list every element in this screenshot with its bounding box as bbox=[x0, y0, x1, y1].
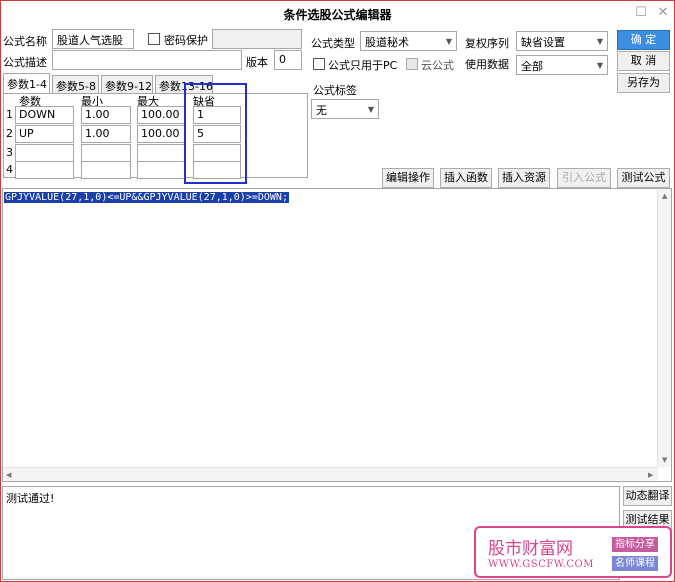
tab-params-5-8[interactable]: 参数5-8 bbox=[52, 75, 99, 94]
import-formula-button[interactable]: 引入公式 bbox=[557, 168, 611, 188]
edit-ops-button[interactable]: 编辑操作 bbox=[382, 168, 434, 188]
watermark-url: WWW.GSCFW.COM bbox=[488, 559, 594, 570]
close-icon[interactable]: ✕ bbox=[655, 5, 671, 21]
save-as-button[interactable]: 另存为 bbox=[617, 73, 670, 93]
formula-code[interactable]: GPJYVALUE(27,1,0)<=UP&&GPJYVALUE(27,1,0)… bbox=[4, 192, 289, 203]
scroll-right-icon[interactable]: ▶ bbox=[648, 471, 653, 479]
desc-input[interactable] bbox=[52, 50, 242, 70]
params-panel: 参数 最小 最大 缺省 1 DOWN 1.00 100.00 1 2 UP 1.… bbox=[3, 93, 308, 179]
password-input[interactable] bbox=[212, 29, 302, 49]
watermark-title: 股市财富网 bbox=[488, 539, 573, 559]
param-min-input[interactable] bbox=[81, 161, 131, 179]
param-max-input[interactable]: 100.00 bbox=[137, 125, 186, 143]
tag-value: 无 bbox=[316, 104, 327, 117]
data-value: 全部 bbox=[521, 60, 543, 73]
param-max-input[interactable] bbox=[137, 144, 186, 162]
param-name-input[interactable] bbox=[15, 144, 74, 162]
chevron-down-icon: ▼ bbox=[445, 37, 452, 46]
watermark-logo: 股市财富网 WWW.GSCFW.COM 指标分享 名师课程 bbox=[474, 526, 672, 578]
scroll-up-icon[interactable]: ▲ bbox=[662, 192, 667, 200]
vertical-scrollbar[interactable]: ▲ ▼ bbox=[657, 189, 671, 467]
title-bar: 条件选股公式编辑器 ☐ ✕ bbox=[1, 1, 674, 27]
param-name-input[interactable]: DOWN bbox=[15, 106, 74, 124]
password-label: 密码保护 bbox=[164, 34, 208, 47]
horizontal-scrollbar[interactable]: ◀ ▶ bbox=[3, 467, 658, 481]
insert-function-button[interactable]: 插入函数 bbox=[440, 168, 492, 188]
param-max-input[interactable] bbox=[137, 161, 186, 179]
version-label: 版本 bbox=[246, 56, 268, 69]
tab-params-9-12[interactable]: 参数9-12 bbox=[101, 75, 153, 94]
type-label: 公式类型 bbox=[311, 37, 355, 50]
tag-select[interactable]: 无 ▼ bbox=[311, 99, 379, 119]
data-select[interactable]: 全部 ▼ bbox=[516, 55, 608, 75]
fuquan-label: 复权序列 bbox=[465, 37, 509, 50]
cloud-label: 云公式 bbox=[421, 59, 454, 72]
name-label: 公式名称 bbox=[3, 35, 47, 48]
chevron-down-icon: ▼ bbox=[596, 37, 603, 46]
row-number: 3 bbox=[6, 146, 13, 159]
cancel-button[interactable]: 取 消 bbox=[617, 51, 670, 71]
param-name-input[interactable] bbox=[15, 161, 74, 179]
tag-label: 公式标签 bbox=[313, 84, 357, 97]
param-name-input[interactable]: UP bbox=[15, 125, 74, 143]
param-min-input[interactable]: 1.00 bbox=[81, 125, 131, 143]
password-checkbox[interactable] bbox=[148, 33, 160, 45]
dynamic-translate-button[interactable]: 动态翻译 bbox=[623, 486, 672, 506]
row-number: 4 bbox=[6, 163, 13, 176]
type-value: 股道秘术 bbox=[365, 36, 409, 49]
type-select[interactable]: 股道秘术 ▼ bbox=[360, 31, 457, 51]
row-number: 2 bbox=[6, 127, 13, 140]
insert-resource-button[interactable]: 插入资源 bbox=[498, 168, 550, 188]
test-output-text: 测试通过! bbox=[6, 492, 55, 505]
watermark-tag-course: 名师课程 bbox=[612, 556, 658, 571]
cloud-checkbox[interactable] bbox=[406, 58, 418, 70]
param-min-input[interactable] bbox=[81, 144, 131, 162]
version-input[interactable]: 0 bbox=[274, 50, 302, 70]
test-formula-button[interactable]: 测试公式 bbox=[617, 168, 670, 188]
pc-only-checkbox[interactable] bbox=[313, 58, 325, 70]
code-editor[interactable]: GPJYVALUE(27,1,0)<=UP&&GPJYVALUE(27,1,0)… bbox=[2, 188, 672, 482]
name-input[interactable]: 股道人气选股 bbox=[52, 29, 134, 49]
scroll-left-icon[interactable]: ◀ bbox=[6, 471, 11, 479]
highlight-box bbox=[184, 83, 247, 184]
row-number: 1 bbox=[6, 108, 13, 121]
param-min-input[interactable]: 1.00 bbox=[81, 106, 131, 124]
maximize-icon[interactable]: ☐ bbox=[633, 5, 649, 21]
data-label: 使用数据 bbox=[465, 58, 509, 71]
param-max-input[interactable]: 100.00 bbox=[137, 106, 186, 124]
scroll-down-icon[interactable]: ▼ bbox=[662, 456, 667, 464]
tab-params-1-4[interactable]: 参数1-4 bbox=[3, 73, 50, 94]
fuquan-value: 缺省设置 bbox=[521, 36, 565, 49]
pc-only-label: 公式只用于PC bbox=[328, 59, 398, 72]
chevron-down-icon: ▼ bbox=[367, 105, 374, 114]
watermark-tag-share: 指标分享 bbox=[612, 537, 658, 552]
window-title: 条件选股公式编辑器 bbox=[283, 8, 392, 22]
fuquan-select[interactable]: 缺省设置 ▼ bbox=[516, 31, 608, 51]
chevron-down-icon: ▼ bbox=[596, 61, 603, 70]
ok-button[interactable]: 确 定 bbox=[617, 30, 670, 50]
desc-label: 公式描述 bbox=[3, 56, 47, 69]
